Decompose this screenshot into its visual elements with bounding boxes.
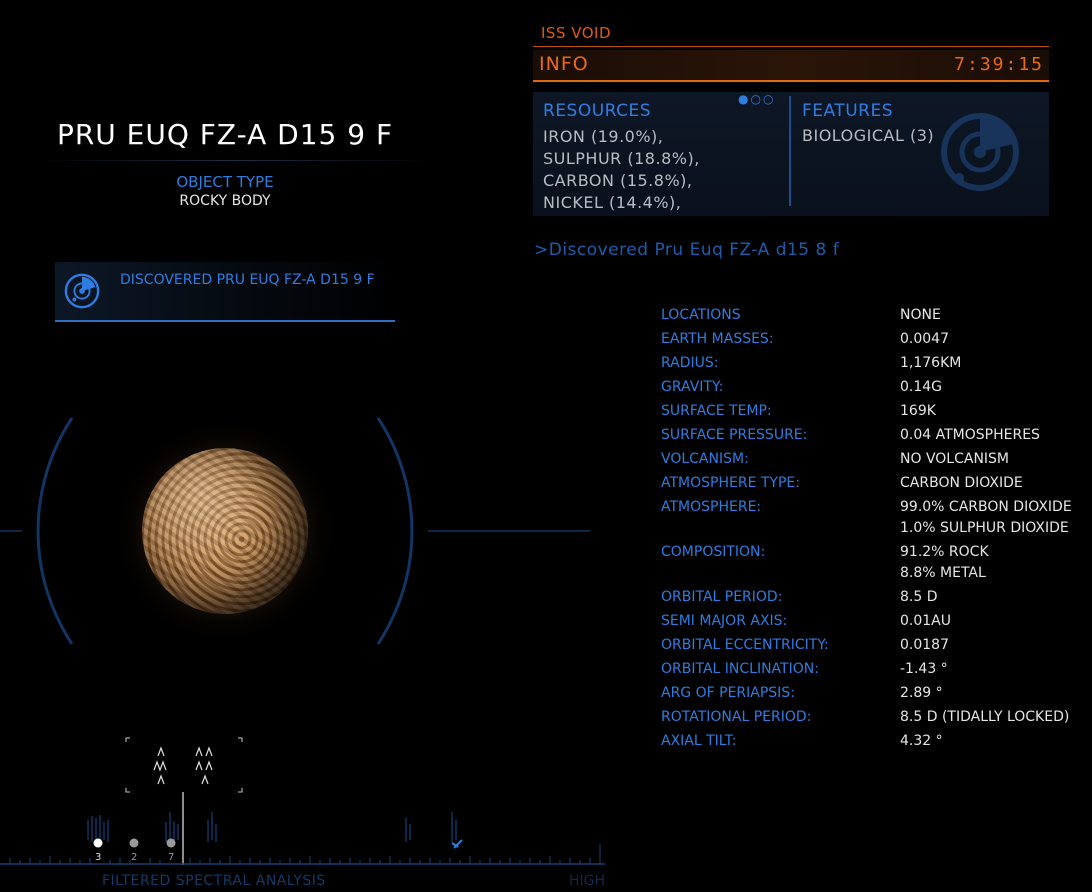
spectral-marker[interactable] (129, 838, 139, 848)
property-label: ATMOSPHERE TYPE: (661, 475, 800, 491)
property-value: NO VOLCANISM (900, 451, 1010, 467)
resource-item: SULPHUR (18.8%), (543, 149, 700, 168)
property-row: ORBITAL ECCENTRICITY: 0.0187 (661, 633, 1081, 657)
resource-item: NICKEL (14.4%), (543, 193, 682, 212)
property-row: LOCATIONS NONE (661, 303, 1081, 327)
property-row: ORBITAL PERIOD: 8.5 D (661, 585, 1081, 609)
title-divider (40, 160, 430, 161)
property-row: SURFACE TEMP: 169K (661, 399, 1081, 423)
spectral-marker[interactable] (166, 838, 176, 848)
property-row: EARTH MASSES: 0.0047 (661, 327, 1081, 351)
property-value-line: 99.0% CARBON DIOXIDE (900, 498, 1072, 515)
property-row: ARG OF PERIAPSIS: 2.89 ° (661, 681, 1081, 705)
property-label: RADIUS: (661, 355, 719, 371)
panel-divider (789, 96, 791, 206)
property-label: VOLCANISM: (661, 451, 749, 467)
header-divider (533, 46, 1049, 47)
property-label: ARG OF PERIAPSIS: (661, 685, 795, 701)
object-type-value: ROCKY BODY (179, 193, 271, 209)
property-row: ATMOSPHERE TYPE: CARBON DIOXIDE (661, 471, 1081, 495)
spectral-marker-label: 3 (95, 852, 101, 863)
property-value: 2.89 ° (900, 685, 943, 701)
property-label: SURFACE TEMP: (661, 403, 772, 419)
discovered-notice: DISCOVERED PRU EUQ FZ-A D15 9 F (55, 262, 395, 322)
property-label: ROTATIONAL PERIOD: (661, 709, 812, 725)
planet-name: PRU EUQ FZ-A D15 9 F (56, 118, 394, 151)
property-label: COMPOSITION: (661, 543, 766, 560)
property-row: AXIAL TILT: 4.32 ° (661, 729, 1081, 753)
info-summary-panel[interactable]: ●○○ RESOURCES IRON (19.0%), SULPHUR (18.… (533, 92, 1049, 216)
property-row: COMPOSITION: 91.2% ROCK 8.8% METAL (661, 540, 1081, 585)
property-label: ORBITAL INCLINATION: (661, 661, 819, 677)
page-indicator[interactable]: ●○○ (738, 92, 775, 106)
property-value-line: 8.8% METAL (900, 564, 986, 581)
property-label: ATMOSPHERE: (661, 498, 762, 515)
property-value: 4.32 ° (900, 733, 943, 749)
property-value: 1,176KM (900, 355, 962, 371)
property-value-line: 91.2% ROCK (900, 543, 989, 560)
property-value: 91.2% ROCK 8.8% METAL (900, 542, 989, 584)
property-label: SURFACE PRESSURE: (661, 427, 808, 443)
property-label: AXIAL TILT: (661, 733, 737, 749)
planet-render[interactable] (142, 448, 308, 614)
spectral-high-label: HIGH (569, 873, 606, 889)
ship-name: ISS VOID (541, 24, 612, 42)
property-value: CARBON DIOXIDE (900, 475, 1023, 491)
property-row: SEMI MAJOR AXIS: 0.01AU (661, 609, 1081, 633)
discovered-notice-text: DISCOVERED PRU EUQ FZ-A D15 9 F (120, 272, 375, 288)
property-row: GRAVITY: 0.14G (661, 375, 1081, 399)
info-header-bar: INFO 7:39:15 (533, 50, 1049, 82)
property-label: ORBITAL ECCENTRICITY: (661, 637, 829, 653)
property-row: SURFACE PRESSURE: 0.04 ATMOSPHERES (661, 423, 1081, 447)
property-label: GRAVITY: (661, 379, 724, 395)
property-value: 0.0047 (900, 331, 949, 347)
property-row: ORBITAL INCLINATION: -1.43 ° (661, 657, 1081, 681)
info-title: INFO (539, 53, 589, 75)
scanner-watermark-icon (941, 113, 1019, 191)
resource-item: CARBON (15.8%), (543, 171, 693, 190)
property-label: EARTH MASSES: (661, 331, 774, 347)
property-value: NONE (900, 307, 941, 323)
property-value: 0.04 ATMOSPHERES (900, 427, 1040, 443)
resource-item: IRON (19.0%), (543, 127, 664, 146)
property-value: 0.14G (900, 379, 943, 395)
spectral-analysis-graph[interactable]: 3 2 7 (0, 730, 610, 892)
resources-title: RESOURCES (543, 101, 652, 121)
feature-item: BIOLOGICAL (3) (802, 126, 935, 145)
property-value: 0.0187 (900, 637, 949, 653)
scanner-icon (64, 273, 100, 309)
object-type-label: OBJECT TYPE (176, 173, 274, 191)
property-row: RADIUS: 1,176KM (661, 351, 1081, 375)
spectral-marker-label: 7 (168, 852, 174, 863)
spectral-marker-label: 2 (131, 852, 137, 863)
property-row: ROTATIONAL PERIOD: 8.5 D (TIDALLY LOCKED) (661, 705, 1081, 729)
features-title: FEATURES (802, 101, 894, 121)
property-label: ORBITAL PERIOD: (661, 589, 783, 605)
property-row: ATMOSPHERE: 99.0% CARBON DIOXIDE 1.0% SULP… (661, 495, 1081, 540)
property-row: VOLCANISM: NO VOLCANISM (661, 447, 1081, 471)
clock: 7:39:15 (954, 54, 1044, 75)
property-label: SEMI MAJOR AXIS: (661, 613, 788, 629)
spectral-analysis-label: FILTERED SPECTRAL ANALYSIS (102, 873, 326, 889)
property-value: -1.43 ° (900, 661, 948, 677)
property-value: 169K (900, 403, 936, 419)
spectral-marker[interactable] (93, 838, 103, 848)
properties-table: LOCATIONS NONE EARTH MASSES: 0.0047 RADIUS… (661, 303, 1081, 753)
property-value-line: 1.0% SULPHUR DIOXIDE (900, 519, 1069, 536)
discovery-message: >Discovered Pru Euq FZ-A d15 8 f (534, 240, 840, 260)
property-value: 8.5 D (900, 589, 938, 605)
property-value: 99.0% CARBON DIOXIDE 1.0% SULPHUR DIOXIDE (900, 497, 1072, 539)
property-value: 0.01AU (900, 613, 951, 629)
property-label: LOCATIONS (661, 307, 741, 323)
resources-list: IRON (19.0%), SULPHUR (18.8%), CARBON (1… (543, 126, 700, 214)
property-value: 8.5 D (TIDALLY LOCKED) (900, 709, 1070, 725)
